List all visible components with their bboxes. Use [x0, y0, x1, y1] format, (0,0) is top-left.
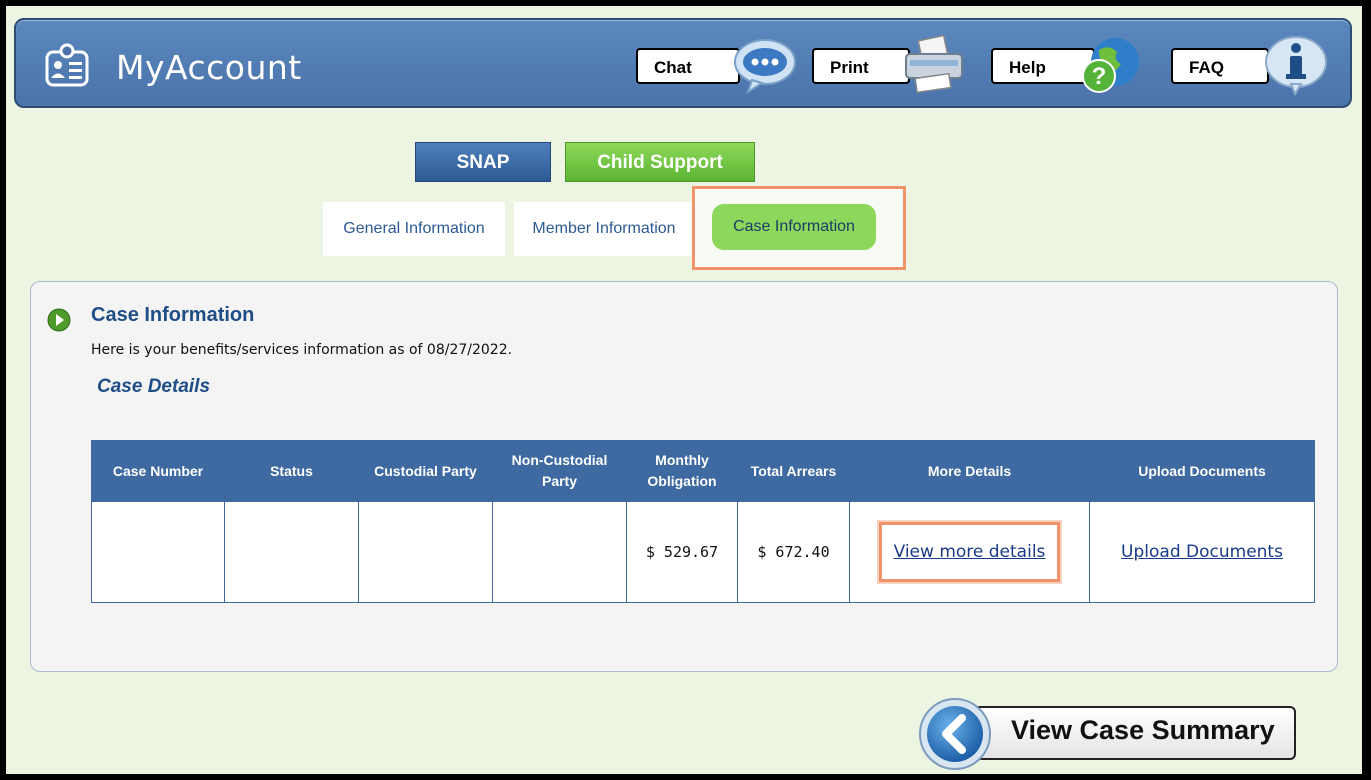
chat-bubble-icon — [734, 39, 796, 95]
tab-case-information[interactable]: Case Information — [712, 204, 876, 250]
cell-status — [224, 501, 359, 603]
section-title: Case Information — [91, 304, 255, 326]
page: MyAccount Chat Print Help ? FAQ SNAP Chi… — [6, 6, 1362, 774]
table-row: $ 529.67 $ 672.40 View more details Uplo… — [91, 501, 1315, 603]
cell-non-custodial-party — [492, 501, 627, 603]
cell-custodial-party — [358, 501, 493, 603]
tab-general-information[interactable]: General Information — [323, 202, 505, 256]
help-button[interactable]: Help ? — [991, 34, 1161, 96]
view-case-summary-label: View Case Summary — [1011, 715, 1275, 745]
printer-icon — [905, 34, 963, 94]
back-arrow-icon — [919, 698, 991, 770]
app-header: MyAccount Chat Print Help ? FAQ — [14, 18, 1352, 108]
cell-upload-documents: Upload Documents — [1089, 501, 1315, 603]
cell-monthly-obligation: $ 529.67 — [626, 501, 738, 603]
tab-child-support[interactable]: Child Support — [565, 142, 755, 182]
cell-more-details: View more details — [849, 501, 1090, 603]
case-information-panel: Case Information Here is your benefits/s… — [30, 281, 1338, 672]
highlight-box: View more details — [878, 522, 1061, 582]
case-details-table: Case Number Status Custodial Party Non-C… — [91, 440, 1315, 603]
chat-button[interactable]: Chat — [636, 34, 806, 96]
col-header-more-details: More Details — [849, 440, 1090, 502]
col-header-status: Status — [224, 440, 359, 502]
tab-snap[interactable]: SNAP — [415, 142, 551, 182]
col-header-upload-documents: Upload Documents — [1089, 440, 1315, 502]
col-header-custodial-party: Custodial Party — [358, 440, 493, 502]
faq-button[interactable]: FAQ — [1171, 34, 1341, 96]
info-icon — [1265, 36, 1327, 96]
view-case-summary-button[interactable]: View Case Summary — [911, 696, 1301, 770]
cell-case-number — [91, 501, 225, 603]
col-header-case-number: Case Number — [91, 440, 225, 502]
cell-total-arrears: $ 672.40 — [737, 501, 850, 603]
help-globe-icon: ? — [1082, 38, 1139, 93]
print-button-label: Print — [812, 48, 910, 84]
col-header-monthly-obligation: Monthly Obligation — [626, 440, 738, 502]
view-more-details-link[interactable]: View more details — [894, 542, 1046, 562]
upload-documents-link[interactable]: Upload Documents — [1121, 542, 1283, 562]
faq-button-label: FAQ — [1171, 48, 1269, 84]
chat-button-label: Chat — [636, 48, 740, 84]
section-description: Here is your benefits/services informati… — [91, 342, 513, 358]
col-header-total-arrears: Total Arrears — [737, 440, 850, 502]
tab-member-information[interactable]: Member Information — [514, 202, 694, 256]
col-header-non-custodial-party: Non-Custodial Party — [492, 440, 627, 502]
app-title: MyAccount — [116, 48, 302, 87]
print-button[interactable]: Print — [812, 34, 982, 96]
table-header-row: Case Number Status Custodial Party Non-C… — [91, 440, 1315, 502]
id-badge-icon — [45, 43, 89, 87]
arrow-right-circle-icon — [47, 308, 71, 332]
case-details-heading: Case Details — [97, 376, 211, 397]
svg-text:?: ? — [1092, 63, 1107, 90]
